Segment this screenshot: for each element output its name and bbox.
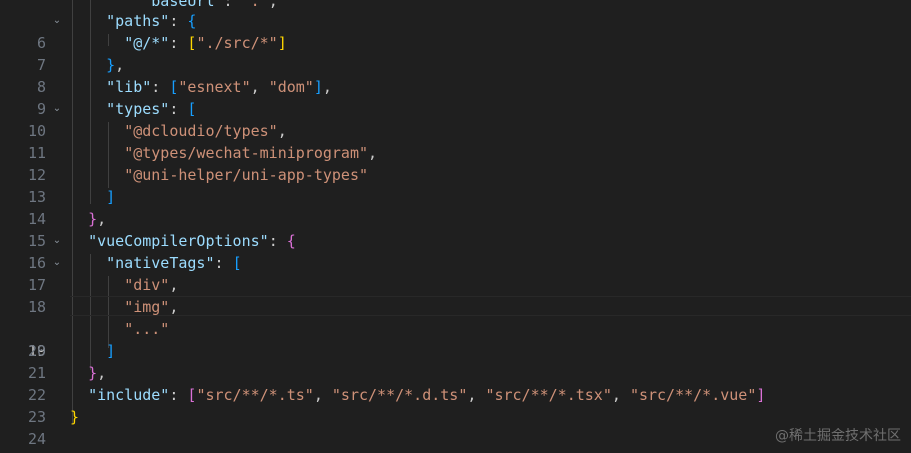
editor-line[interactable]: 6 ⌄ "paths": {: [0, 10, 911, 52]
line-code: "@/*": ["./src/*"]: [124, 34, 287, 52]
code-editor[interactable]: "baseUrl": ".", 6 ⌄ "paths": { 7 "@/*": …: [0, 0, 911, 453]
line-code: "paths": {: [106, 12, 197, 30]
editor-line[interactable]: 23 "include": ["src/**/*.ts", "src/**/*.…: [0, 384, 911, 426]
fold-chevron-icon[interactable]: ⌄: [50, 230, 64, 252]
editor-line[interactable]: 7 "@/*": ["./src/*"]: [0, 32, 911, 74]
fold-chevron-icon[interactable]: ⌄: [50, 98, 64, 120]
line-code: },: [88, 364, 107, 382]
line-code: },: [106, 56, 125, 74]
watermark: @稀土掘金技术社区: [775, 428, 901, 444]
current-line-highlight: [70, 296, 911, 316]
editor-line[interactable]: 22 },: [0, 362, 911, 404]
line-code: "...": [124, 320, 170, 338]
editor-line[interactable]: 13 "@uni-helper/uni-app-types": [0, 164, 911, 206]
editor-line[interactable]: 20 "...": [0, 318, 911, 360]
fold-chevron-icon[interactable]: ⌄: [50, 10, 64, 32]
line-code: ]: [106, 342, 116, 360]
editor-line[interactable]: 15 },: [0, 208, 911, 250]
line-code: "div",: [124, 276, 179, 294]
line-code: "types": [: [106, 100, 197, 118]
editor-line[interactable]: 17 ⌄ "nativeTags": [: [0, 252, 911, 294]
editor-line[interactable]: 16 ⌄ "vueCompilerOptions": {: [0, 230, 911, 272]
editor-line-current[interactable]: 19 "img",: [0, 296, 911, 360]
editor-line[interactable]: 14 ]: [0, 186, 911, 228]
editor-line[interactable]: 8 },: [0, 54, 911, 96]
editor-line[interactable]: 10 ⌄ "types": [: [0, 98, 911, 140]
line-code: }: [70, 408, 80, 426]
editor-line[interactable]: 12 "@types/wechat-miniprogram",: [0, 142, 911, 184]
editor-line[interactable]: 11 "@dcloudio/types",: [0, 120, 911, 162]
line-code: "lib": ["esnext", "dom"],: [106, 78, 332, 96]
line-code: "vueCompilerOptions": {: [88, 232, 296, 250]
editor-line[interactable]: 9 "lib": ["esnext", "dom"],: [0, 76, 911, 118]
line-code: },: [88, 210, 107, 228]
line-code: "@uni-helper/uni-app-types": [124, 166, 369, 184]
line-code: "@types/wechat-miniprogram",: [124, 144, 378, 162]
editor-line[interactable]: 18 "div",: [0, 274, 911, 316]
line-code: "include": ["src/**/*.ts", "src/**/*.d.t…: [88, 386, 766, 404]
line-code: ]: [106, 188, 116, 206]
line-code: "nativeTags": [: [106, 254, 242, 272]
editor-line[interactable]: 21 ]: [0, 340, 911, 382]
line-code: "@dcloudio/types",: [124, 122, 287, 140]
line-code: "img",: [124, 298, 179, 316]
fold-chevron-icon[interactable]: ⌄: [50, 252, 64, 274]
